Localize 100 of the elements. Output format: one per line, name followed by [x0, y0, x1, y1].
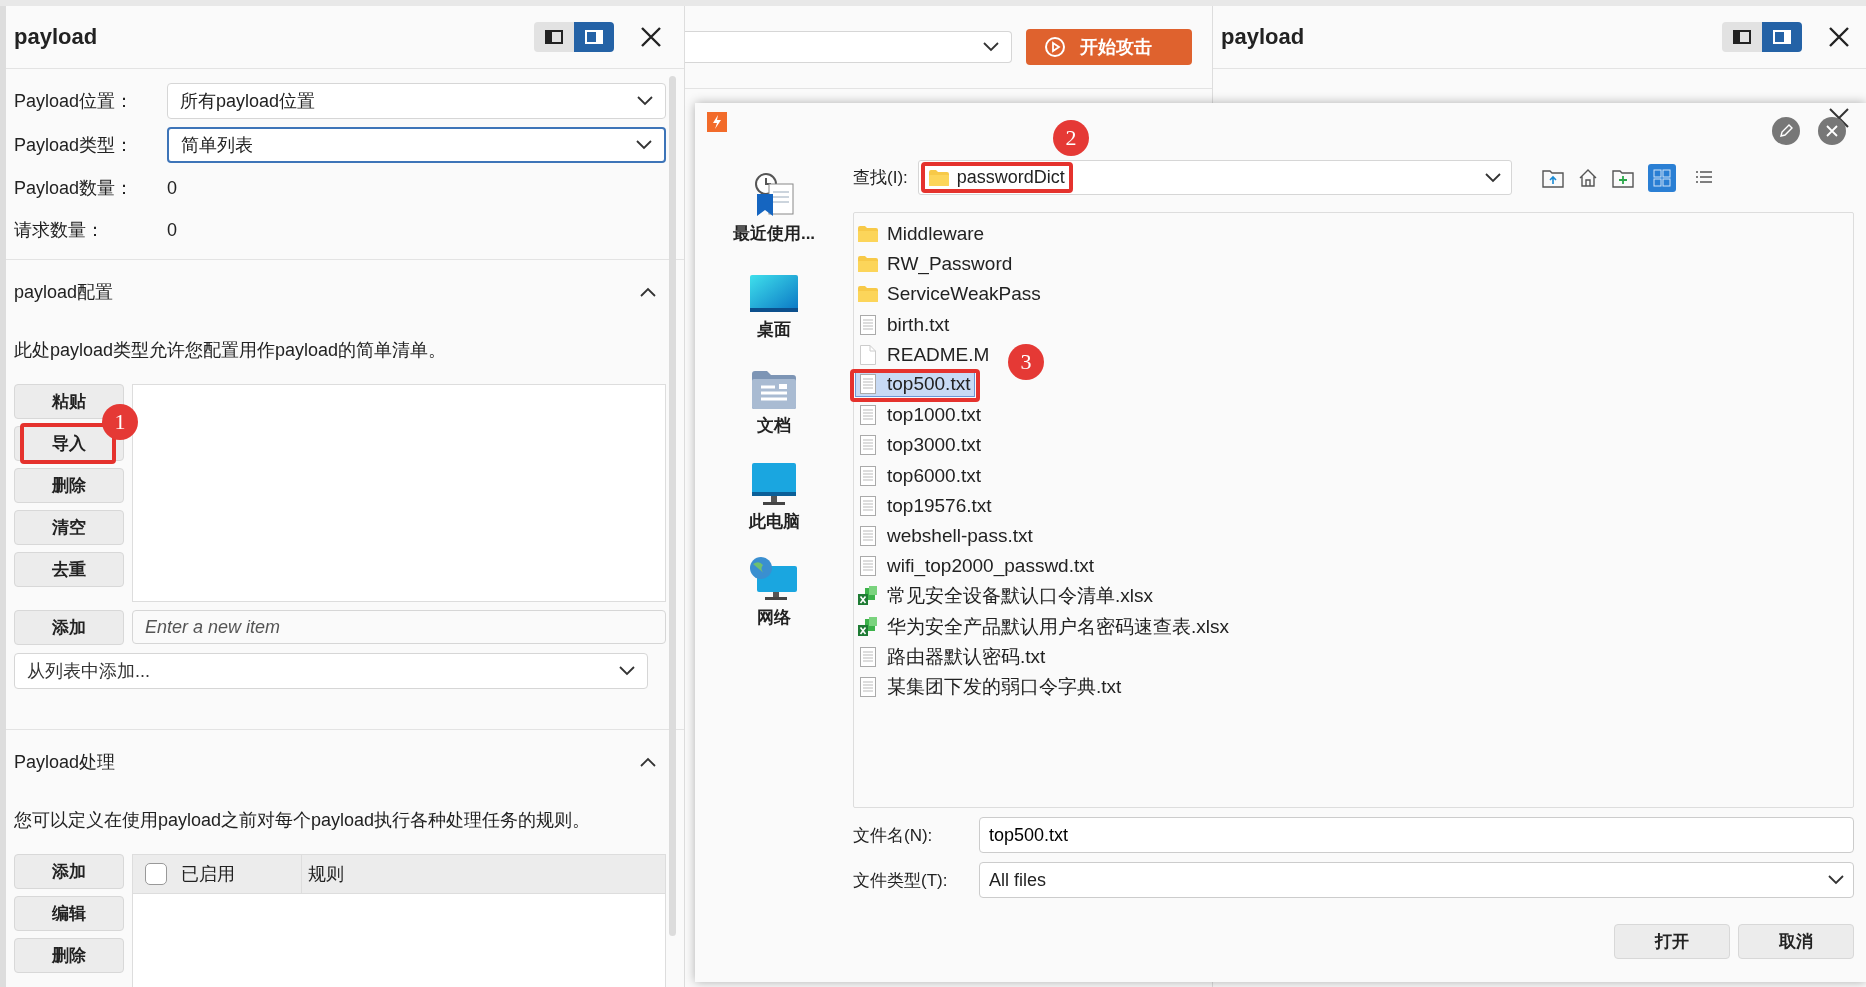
dropdown-caret-icon [1484, 172, 1501, 183]
add-from-list-dropdown[interactable]: 从列表中添加... [14, 653, 648, 689]
desktop-icon [749, 274, 799, 314]
left-layout-toggle[interactable] [1722, 22, 1762, 52]
file-item[interactable]: top6000.txt [856, 463, 986, 488]
dropdown-caret-icon [637, 96, 653, 106]
text-file-icon [858, 495, 878, 516]
documents-folder-icon [751, 370, 797, 410]
right-layout-toggle[interactable] [574, 22, 614, 52]
file-item[interactable]: README.M [856, 342, 994, 367]
file-item[interactable]: birth.txt [856, 312, 954, 337]
dropdown-caret-icon [983, 42, 999, 52]
text-file-icon [858, 525, 878, 546]
file-type-label: 文件类型(T): [853, 869, 949, 892]
right-layout-toggle[interactable] [1762, 22, 1802, 52]
field-label: Payload类型： [14, 134, 135, 157]
left-layout-toggle[interactable] [534, 22, 574, 52]
file-item[interactable]: top500.txt [856, 371, 975, 396]
text-file-icon [858, 556, 878, 577]
list-action-button[interactable]: 清空 [14, 510, 124, 545]
list-action-button[interactable]: 去重 [14, 552, 124, 587]
left-sidebar-layout-icon [1733, 30, 1751, 44]
look-in-dropdown[interactable]: passwordDict [917, 160, 1512, 195]
right-sidebar-layout-icon [1773, 30, 1791, 44]
add-button[interactable]: 添加 [14, 610, 124, 645]
callout-number: 3 [1008, 343, 1044, 380]
up-folder-icon[interactable] [1541, 167, 1564, 188]
file-type-dropdown[interactable]: All files [979, 862, 1854, 898]
collapse-caret-icon[interactable] [640, 287, 656, 297]
file-item[interactable]: Middleware [856, 222, 989, 247]
file-item[interactable]: 某集团下发的弱口令字典.txt [856, 674, 1126, 699]
right-sidebar-layout-icon [585, 30, 603, 44]
select-all-checkbox[interactable] [145, 863, 167, 885]
file-item[interactable]: RW_Password [856, 252, 1017, 277]
place-shortcut[interactable]: 此电脑 [748, 453, 800, 533]
section-title: payload配置 [14, 281, 114, 304]
field-label: Payload位置： [14, 90, 135, 113]
close-icon[interactable] [1828, 26, 1850, 48]
place-shortcut[interactable]: 桌面 [749, 261, 799, 341]
file-icon [858, 344, 878, 365]
folder-icon [858, 256, 878, 273]
text-file-icon [858, 676, 878, 697]
new-folder-icon[interactable] [1611, 167, 1634, 188]
file-item[interactable]: top1000.txt [856, 403, 986, 428]
place-shortcut[interactable]: 文档 [751, 357, 797, 437]
file-item[interactable]: top19576.txt [856, 493, 996, 518]
folder-icon [928, 169, 949, 186]
file-item[interactable]: 路由器默认密码.txt [856, 644, 1050, 669]
dropdown-caret-icon [636, 140, 652, 150]
column-header: 规则 [308, 863, 344, 886]
place-shortcut[interactable]: 网络 [749, 549, 799, 629]
cancel-button[interactable]: 取消 [1738, 924, 1854, 959]
panel-title: payload [1221, 24, 1305, 50]
left-sidebar-layout-icon [545, 30, 563, 44]
list-action-button[interactable]: 删除 [14, 468, 124, 503]
scrollbar[interactable] [669, 76, 676, 936]
spreadsheet-icon [858, 586, 878, 607]
rule-action-button[interactable]: 删除 [14, 938, 124, 973]
collapse-caret-icon[interactable] [640, 757, 656, 767]
look-in-label: 查找(I): [853, 167, 908, 189]
play-icon [1044, 36, 1066, 58]
home-icon[interactable] [1577, 167, 1598, 188]
text-file-icon [858, 373, 878, 394]
rule-action-button[interactable]: 编辑 [14, 896, 124, 931]
text-file-icon [858, 405, 878, 426]
new-item-field[interactable]: Enter a new item [132, 610, 666, 644]
file-name-label: 文件名(N): [853, 824, 934, 847]
file-item[interactable]: 华为安全产品默认用户名密码速查表.xlsx [856, 614, 1233, 639]
computer-monitor-icon [751, 462, 797, 506]
stat-label: 请求数量： [14, 219, 105, 242]
start-attack-button[interactable]: 开始攻击 [1026, 29, 1192, 65]
folder-icon [858, 226, 878, 243]
dropdown-caret-icon [1828, 875, 1844, 885]
text-file-icon [858, 435, 878, 456]
file-item[interactable]: ServiceWeakPass [856, 282, 1045, 307]
text-file-icon [858, 314, 878, 335]
file-item[interactable]: 常见安全设备默认口令清单.xlsx [856, 584, 1157, 609]
stat-label: Payload数量： [14, 177, 135, 200]
section-description: 此处payload类型允许您配置用作payload的简单清单。 [14, 339, 448, 362]
section-title: Payload处理 [14, 751, 116, 774]
app-logo-icon [707, 112, 727, 132]
stat-value: 0 [167, 219, 177, 241]
open-button[interactable]: 打开 [1614, 924, 1730, 959]
dropdown[interactable]: 简单列表 [167, 127, 666, 163]
edit-icon[interactable] [1772, 117, 1800, 145]
spreadsheet-icon [858, 616, 878, 637]
grid-view-icon[interactable] [1647, 163, 1676, 192]
file-item[interactable]: wifi_top2000_passwd.txt [856, 554, 1098, 579]
close-icon[interactable] [640, 26, 662, 48]
dropdown[interactable]: 所有payload位置 [167, 83, 666, 119]
file-item[interactable]: webshell-pass.txt [856, 523, 1037, 548]
column-header: 已启用 [181, 863, 235, 886]
text-file-icon [858, 465, 878, 486]
file-item[interactable]: top3000.txt [856, 433, 986, 458]
rule-action-button[interactable]: 添加 [14, 854, 124, 889]
text-file-icon [858, 646, 878, 667]
stat-value: 0 [167, 177, 177, 199]
file-name-field[interactable]: top500.txt [979, 817, 1854, 853]
place-shortcut[interactable]: 最近使用... [732, 165, 816, 245]
close-icon[interactable] [1818, 117, 1846, 145]
